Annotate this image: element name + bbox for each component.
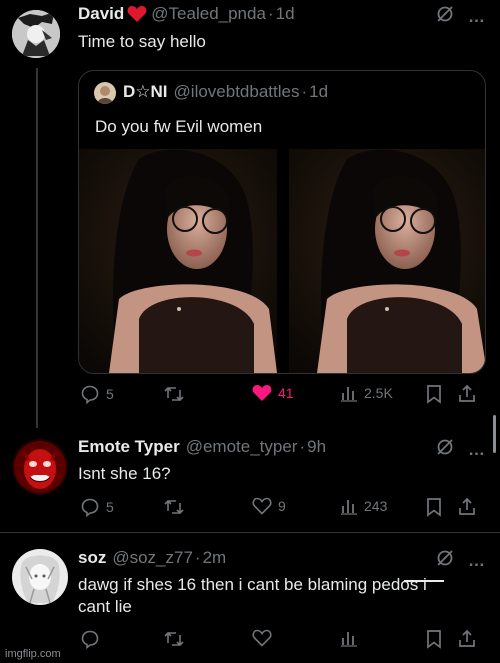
display-name[interactable]: soz xyxy=(78,548,106,568)
tweet-1[interactable]: David @Tealed_pnda · 1d … Time to say he… xyxy=(0,0,500,420)
like-icon xyxy=(252,629,272,647)
reply-icon xyxy=(81,385,99,404)
scribble-mark xyxy=(404,580,444,582)
more-icon[interactable]: … xyxy=(468,440,485,460)
quote-text: Do you fw Evil women xyxy=(95,117,263,136)
quote-display-name[interactable]: D☆NI xyxy=(123,82,168,102)
handle[interactable]: @soz_z77 xyxy=(112,548,193,568)
bookmark-icon xyxy=(427,498,441,517)
bookmark-button[interactable] xyxy=(426,384,442,404)
tweet-2[interactable]: Emote Typer @emote_typer · 9h … Isnt she… xyxy=(0,428,500,528)
retweet-icon xyxy=(164,631,184,647)
quote-avatar[interactable] xyxy=(94,82,116,104)
separator: · xyxy=(267,4,274,23)
avatar[interactable] xyxy=(12,10,60,58)
reply-button[interactable]: 5 xyxy=(80,384,114,404)
reply-icon xyxy=(81,498,99,517)
retweet-icon xyxy=(164,386,184,402)
quote-handle[interactable]: @ilovebtdbattles xyxy=(174,82,300,102)
views-icon xyxy=(341,387,357,402)
bookmark-icon xyxy=(427,385,441,404)
share-button[interactable] xyxy=(458,629,476,649)
share-button[interactable] xyxy=(458,384,476,404)
watermark: imgflip.com xyxy=(5,648,61,660)
views-icon xyxy=(341,500,357,515)
share-icon xyxy=(459,384,475,402)
quote-header: D☆NI @ilovebtdbattles · 1d xyxy=(123,82,328,102)
tweet-header: soz @soz_z77 · 2m xyxy=(78,548,226,568)
quote-separator: · xyxy=(301,82,308,101)
timestamp[interactable]: 2m xyxy=(203,548,227,568)
separator: · xyxy=(299,437,306,456)
separator: · xyxy=(194,548,201,567)
like-count: 41 xyxy=(278,385,294,401)
tweet-top-icons: … xyxy=(436,549,485,572)
share-icon xyxy=(459,629,475,647)
timestamp[interactable]: 9h xyxy=(307,437,326,457)
grok-slash-icon[interactable] xyxy=(436,438,454,461)
tweet-actions: 5 9 243 xyxy=(80,497,480,521)
timestamp[interactable]: 1d xyxy=(276,4,295,24)
retweet-icon xyxy=(164,499,184,515)
quote-photo-2[interactable] xyxy=(289,149,485,373)
display-name[interactable]: David xyxy=(78,4,124,24)
bookmark-icon xyxy=(427,630,441,649)
more-icon[interactable]: … xyxy=(468,7,485,27)
like-button[interactable] xyxy=(252,629,272,647)
divider xyxy=(0,532,500,533)
views-button[interactable]: 243 xyxy=(340,497,387,515)
views-button[interactable]: 2.5K xyxy=(340,384,393,402)
like-count: 9 xyxy=(278,498,286,514)
tweet-text-line-2: cant lie xyxy=(78,597,132,616)
quote-photo-1[interactable] xyxy=(79,149,277,373)
share-button[interactable] xyxy=(458,497,476,517)
reply-count: 5 xyxy=(106,499,114,515)
share-icon xyxy=(459,497,475,515)
view-count: 243 xyxy=(364,498,388,514)
avatar[interactable] xyxy=(12,549,68,605)
like-icon xyxy=(252,385,272,401)
like-button[interactable]: 41 xyxy=(252,384,294,402)
heart-emoji-icon xyxy=(127,5,147,23)
tweet-text: Time to say hello xyxy=(78,32,206,51)
grok-slash-icon[interactable] xyxy=(436,549,454,572)
bookmark-button[interactable] xyxy=(426,497,442,517)
tweet-header: Emote Typer @emote_typer · 9h xyxy=(78,437,326,457)
grok-slash-icon[interactable] xyxy=(436,5,454,28)
more-icon[interactable]: … xyxy=(468,551,485,571)
quoted-tweet[interactable]: D☆NI @ilovebtdbattles · 1d Do you fw Evi… xyxy=(78,70,486,374)
reply-button[interactable]: 5 xyxy=(80,497,114,517)
retweet-button[interactable] xyxy=(163,497,185,517)
like-button[interactable]: 9 xyxy=(252,497,286,515)
tweet-text-line-1: dawg if shes 16 then i cant be blaming p… xyxy=(78,575,427,594)
views-icon xyxy=(341,632,357,647)
tweet-text: Isnt she 16? xyxy=(78,464,171,483)
quote-timestamp[interactable]: 1d xyxy=(309,82,328,102)
like-icon xyxy=(252,497,272,515)
handle[interactable]: @Tealed_pnda xyxy=(151,4,266,24)
avatar[interactable] xyxy=(12,439,68,495)
scrollbar[interactable] xyxy=(493,415,496,453)
view-count: 2.5K xyxy=(364,385,393,401)
reply-count: 5 xyxy=(106,386,114,402)
tweet-actions: 5 41 2.5K xyxy=(80,384,480,408)
handle[interactable]: @emote_typer xyxy=(186,437,298,457)
tweet-top-icons: … xyxy=(436,5,485,28)
tweet-3[interactable]: soz @soz_z77 · 2m … dawg if shes 16 then… xyxy=(0,540,500,660)
tweet-header: David @Tealed_pnda · 1d xyxy=(78,4,295,24)
reply-button[interactable] xyxy=(80,629,100,649)
display-name[interactable]: Emote Typer xyxy=(78,437,180,457)
retweet-button[interactable] xyxy=(163,384,185,404)
reply-icon xyxy=(81,630,99,649)
retweet-button[interactable] xyxy=(163,629,185,649)
bookmark-button[interactable] xyxy=(426,629,442,649)
tweet-top-icons: … xyxy=(436,438,485,461)
views-button[interactable] xyxy=(340,629,358,647)
tweet-actions xyxy=(80,629,480,653)
